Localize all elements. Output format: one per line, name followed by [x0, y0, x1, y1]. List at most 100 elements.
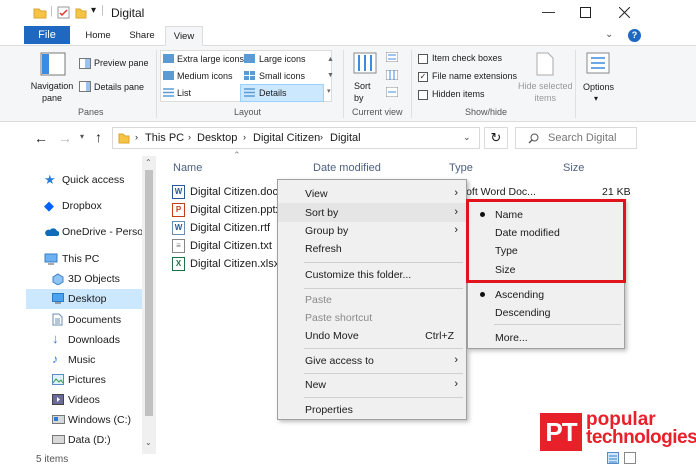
properties-icon[interactable] [57, 6, 70, 19]
breadcrumb-digital[interactable]: Digital [330, 132, 361, 144]
menu-item-view[interactable]: View › [278, 184, 466, 203]
nav-item-documents[interactable]: Documents [0, 310, 140, 330]
new-folder-icon[interactable] [75, 7, 87, 19]
nav-item-desktop[interactable]: Desktop [26, 289, 142, 309]
preview-pane-button[interactable]: Preview pane [94, 58, 149, 68]
nav-item-music[interactable]: ♪ Music [0, 350, 140, 370]
desktop-icon [52, 293, 64, 304]
column-header-size[interactable]: Size [563, 162, 584, 174]
music-icon: ♪ [52, 352, 58, 366]
file-row-rtf[interactable]: W Digital Citizen.rtf [168, 219, 288, 237]
menu-item-undo-move[interactable]: Undo Move Ctrl+Z [278, 326, 466, 345]
sort-order-ascending[interactable]: Ascending [468, 285, 624, 304]
refresh-icon[interactable]: ↻ [484, 127, 508, 149]
forward-arrow-icon[interactable]: → [58, 130, 72, 146]
options-button[interactable]: Options [583, 82, 614, 92]
search-input[interactable]: Search Digital [548, 132, 616, 144]
layout-extra-large-icons[interactable]: Extra large icons [177, 54, 244, 64]
collapse-ribbon-icon[interactable]: ⌄ [605, 29, 613, 40]
menu-item-paste[interactable]: Paste [278, 290, 466, 309]
breadcrumb-digital-citizen[interactable]: Digital Citizen [253, 132, 320, 144]
nav-item-quick-access[interactable]: ★ Quick access [0, 170, 140, 190]
search-box[interactable]: Search Digital [515, 127, 637, 149]
sort-order-descending[interactable]: Descending [468, 303, 624, 322]
file-row-xlsx[interactable]: X Digital Citizen.xlsx [168, 255, 288, 273]
file-type: osoft Word Doc... [455, 186, 536, 198]
tab-file[interactable]: File [24, 26, 70, 44]
scroll-up-icon[interactable]: ⌃ [145, 158, 152, 167]
nav-item-data-drive[interactable]: Data (D:) [0, 430, 140, 450]
selected-bullet-icon [480, 292, 485, 297]
nav-item-pictures[interactable]: Pictures [0, 370, 140, 390]
breadcrumb-chevron-icon[interactable]: › [188, 132, 191, 142]
help-icon[interactable]: ? [628, 29, 641, 42]
sort-option-more[interactable]: More... [468, 328, 624, 347]
recent-locations-icon[interactable]: ▾ [80, 132, 84, 141]
scroll-down-icon[interactable]: ⌄ [145, 438, 152, 447]
address-bar[interactable]: › This PC › Desktop › Digital Citizen › … [112, 127, 480, 149]
breadcrumb-chevron-icon[interactable]: › [135, 132, 138, 142]
nav-item-label: Desktop [68, 293, 107, 305]
item-check-boxes-checkbox[interactable] [418, 54, 428, 64]
details-view-icon[interactable] [607, 452, 619, 464]
tab-share[interactable]: Share [124, 26, 160, 46]
layout-medium-icons[interactable]: Medium icons [177, 71, 233, 81]
column-header-date-modified[interactable]: Date modified [313, 162, 381, 174]
minimize-button[interactable]: — [542, 4, 555, 19]
breadcrumb-chevron-icon[interactable]: › [243, 132, 246, 142]
size-columns-icon[interactable] [386, 87, 398, 97]
hidden-items-checkbox[interactable] [418, 90, 428, 100]
nav-item-this-pc[interactable]: This PC [0, 249, 140, 269]
menu-item-customize-folder[interactable]: Customize this folder... [278, 265, 466, 284]
menu-separator [304, 288, 463, 289]
navigation-pane-button[interactable]: Navigation pane [30, 80, 74, 104]
layout-details[interactable]: Details [259, 88, 287, 98]
menu-item-group-by[interactable]: Group by › [278, 221, 466, 240]
breadcrumb-this-pc[interactable]: This PC [145, 132, 184, 144]
address-dropdown-icon[interactable]: ⌄ [463, 132, 471, 143]
nav-item-videos[interactable]: Videos [0, 390, 140, 410]
nav-item-onedrive[interactable]: OneDrive - Person [0, 222, 149, 242]
add-columns-icon[interactable] [386, 70, 398, 80]
column-header-name[interactable]: Name [173, 162, 202, 174]
nav-item-downloads[interactable]: ↓ Downloads [0, 330, 140, 350]
menu-item-give-access[interactable]: Give access to › [278, 351, 466, 370]
layout-small-icons[interactable]: Small icons [259, 71, 305, 81]
file-row-pptx[interactable]: P Digital Citizen.pptx [168, 201, 288, 219]
up-arrow-icon[interactable]: ↑ [95, 129, 102, 145]
nav-pane-scrollbar[interactable]: ⌃ ⌄ [142, 156, 156, 454]
file-name: Digital Citizen.xlsx [190, 258, 280, 270]
tab-home[interactable]: Home [78, 26, 118, 46]
maximize-button[interactable] [580, 7, 591, 18]
menu-item-properties[interactable]: Properties [278, 400, 466, 419]
details-pane-button[interactable]: Details pane [94, 82, 144, 92]
nav-item-dropbox[interactable]: ◆ Dropbox [0, 196, 140, 216]
quick-access-dropdown-icon[interactable]: ▾ [91, 5, 96, 16]
menu-item-new[interactable]: New › [278, 375, 466, 394]
back-arrow-icon[interactable]: ← [34, 130, 48, 146]
large-icons-view-icon[interactable] [624, 452, 636, 464]
file-row-txt[interactable]: ≡ Digital Citizen.txt [168, 237, 288, 255]
menu-item-refresh[interactable]: Refresh [278, 239, 466, 258]
file-name-extensions-checkbox[interactable]: ✓ [418, 72, 428, 82]
gallery-scroll-icon[interactable]: ▲ ▼ ▾ [327, 52, 334, 100]
options-dropdown-icon[interactable]: ▾ [594, 94, 598, 103]
drive-icon [52, 415, 65, 424]
close-button[interactable] [619, 7, 630, 18]
menu-item-sort-by[interactable]: Sort by › [278, 203, 466, 222]
layout-large-icons[interactable]: Large icons [259, 54, 306, 64]
sort-by-button[interactable]: Sort by [354, 80, 371, 104]
drive-icon [52, 435, 65, 444]
layout-list[interactable]: List [177, 88, 191, 98]
menu-item-paste-shortcut[interactable]: Paste shortcut [278, 308, 466, 327]
tab-view[interactable]: View [165, 26, 203, 46]
chevron-right-icon: › [454, 206, 458, 218]
scrollbar-thumb[interactable] [145, 170, 153, 416]
breadcrumb-desktop[interactable]: Desktop [197, 132, 237, 144]
breadcrumb-chevron-icon[interactable]: › [320, 132, 323, 142]
group-by-icon[interactable] [386, 52, 398, 62]
nav-item-windows-drive[interactable]: Windows (C:) [0, 410, 140, 430]
nav-item-3d-objects[interactable]: 3D Objects [0, 269, 140, 289]
column-header-type[interactable]: Type [449, 162, 473, 174]
hide-selected-items-button[interactable]: Hide selected items [518, 80, 573, 104]
